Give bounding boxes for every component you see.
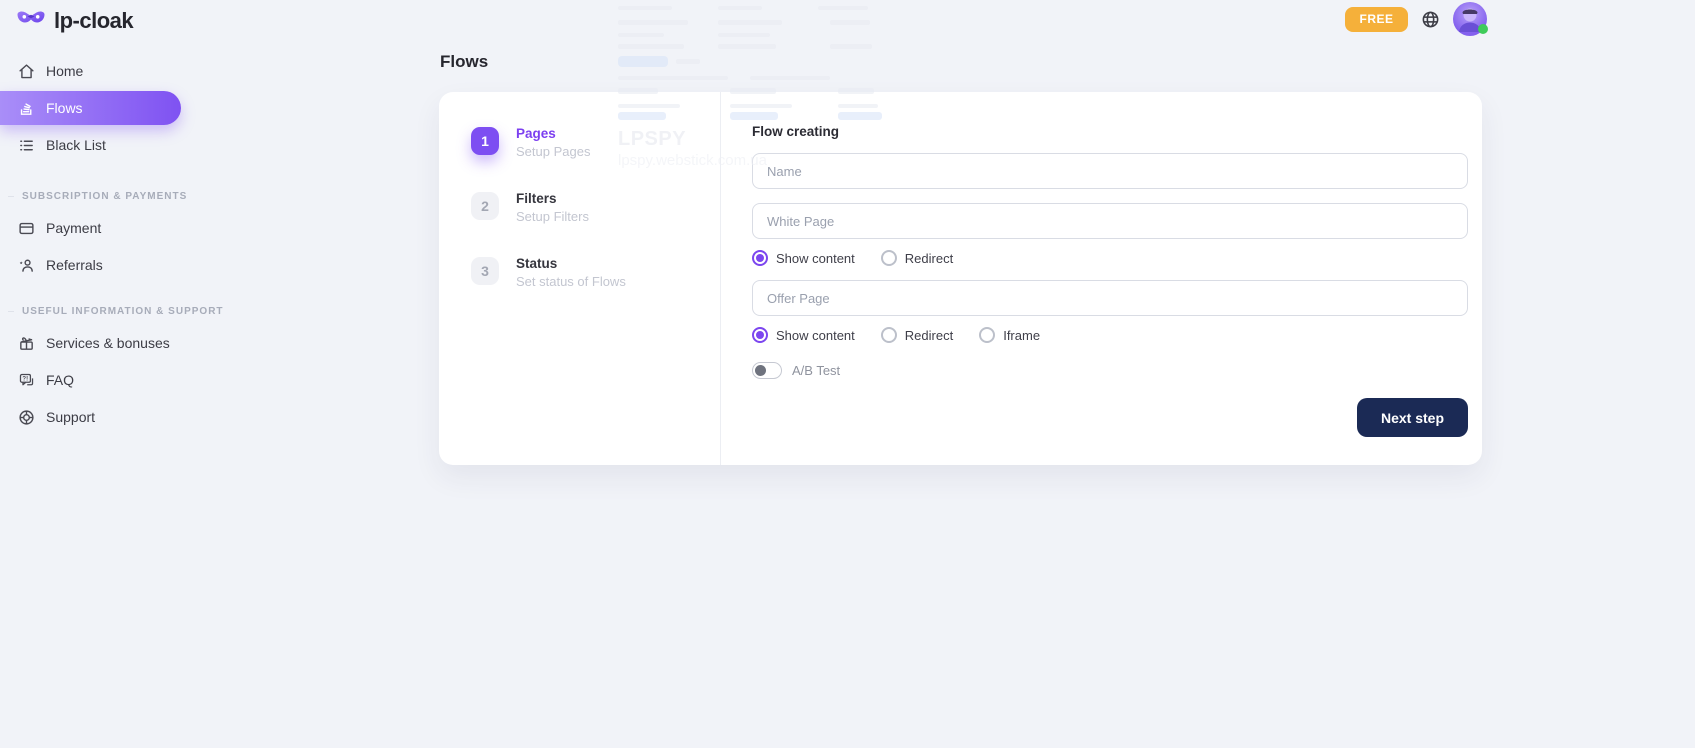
radio-unselected-icon[interactable] [881,327,897,343]
white-show-content-option[interactable]: Show content [752,250,855,266]
step-subtitle: Setup Filters [516,209,589,224]
step-filters[interactable]: 2 Filters Setup Filters [471,190,720,224]
brand-logo[interactable]: lp-cloak [16,8,133,34]
step-status[interactable]: 3 Status Set status of Flows [471,255,720,289]
flow-creating-card: 1 Pages Setup Pages 2 Filters Setup Filt… [439,92,1482,465]
step-title: Filters [516,190,589,207]
gift-icon [18,335,35,352]
wizard-steps: 1 Pages Setup Pages 2 Filters Setup Filt… [439,92,721,465]
radio-label: Iframe [1003,328,1040,343]
sidebar-item-label: Support [46,409,95,425]
form-title: Flow creating [752,124,1468,139]
sidebar-item-label: Home [46,63,83,79]
radio-selected-icon[interactable] [752,327,768,343]
globe-icon [1421,10,1440,29]
sidebar-item-label: Referrals [46,257,103,273]
sidebar-item-referrals[interactable]: Referrals [0,248,190,282]
sidebar-item-home[interactable]: Home [0,54,190,88]
radio-label: Redirect [905,328,953,343]
white-redirect-option[interactable]: Redirect [881,250,953,266]
step-title: Pages [516,125,590,142]
faq-icon: ?! [18,372,35,389]
step-number-badge: 1 [471,127,499,155]
sidebar-item-label: FAQ [46,372,74,388]
brand-name: lp-cloak [54,8,133,34]
sidebar-item-payment[interactable]: Payment [0,211,190,245]
sidebar: lp-cloak Home Flows Black List [0,0,190,748]
next-step-button[interactable]: Next step [1357,398,1468,437]
sidebar-item-label: Payment [46,220,101,236]
ab-test-label: A/B Test [792,363,840,378]
payment-icon [18,220,35,237]
sidebar-item-faq[interactable]: ?! FAQ [0,363,190,397]
step-subtitle: Set status of Flows [516,274,626,289]
radio-unselected-icon[interactable] [881,250,897,266]
sidebar-item-label: Black List [46,137,106,153]
flow-name-input[interactable] [752,153,1468,189]
sidebar-nav: Home Flows Black List SUBSCRIPTION & PAY… [0,54,190,437]
svg-text:?!: ?! [22,376,28,382]
plan-badge[interactable]: FREE [1345,7,1408,32]
radio-selected-icon[interactable] [752,250,768,266]
offer-redirect-option[interactable]: Redirect [881,327,953,343]
toggle-knob [755,365,766,376]
sidebar-item-services-bonuses[interactable]: Services & bonuses [0,326,190,360]
sidebar-section-support: USEFUL INFORMATION & SUPPORT [0,306,190,317]
radio-label: Show content [776,328,855,343]
sidebar-item-label: Services & bonuses [46,335,170,351]
sidebar-item-label: Flows [46,100,83,116]
app-root: lp-cloak Home Flows Black List [0,0,1695,748]
offer-page-mode-radios: Show content Redirect Iframe [752,327,1468,343]
sidebar-section-subscription: SUBSCRIPTION & PAYMENTS [0,191,190,202]
online-status-dot [1478,24,1488,34]
ab-test-toggle[interactable] [752,362,782,379]
sidebar-item-black-list[interactable]: Black List [0,128,190,162]
white-page-mode-radios: Show content Redirect [752,250,1468,266]
offer-show-content-option[interactable]: Show content [752,327,855,343]
step-number-badge: 2 [471,192,499,220]
sidebar-item-support[interactable]: Support [0,400,190,434]
sidebar-item-flows[interactable]: Flows [0,91,181,125]
flows-icon [18,100,35,117]
step-subtitle: Setup Pages [516,144,590,159]
offer-iframe-option[interactable]: Iframe [979,327,1040,343]
radio-unselected-icon[interactable] [979,327,995,343]
referrals-icon [18,257,35,274]
step-pages[interactable]: 1 Pages Setup Pages [471,125,720,159]
flow-form: Flow creating Show content Redirect Show… [721,92,1482,465]
ab-test-row: A/B Test [752,362,1468,379]
page-title: Flows [440,52,488,72]
blacklist-icon [18,137,35,154]
white-page-input[interactable] [752,203,1468,239]
offer-page-input[interactable] [752,280,1468,316]
mask-logo-icon [16,10,46,32]
radio-label: Redirect [905,251,953,266]
header-actions: FREE [1345,2,1487,36]
lifebuoy-icon [18,409,35,426]
radio-label: Show content [776,251,855,266]
step-number-badge: 3 [471,257,499,285]
step-title: Status [516,255,626,272]
user-avatar[interactable] [1453,2,1487,36]
home-icon [18,63,35,80]
language-globe-button[interactable] [1421,10,1440,29]
